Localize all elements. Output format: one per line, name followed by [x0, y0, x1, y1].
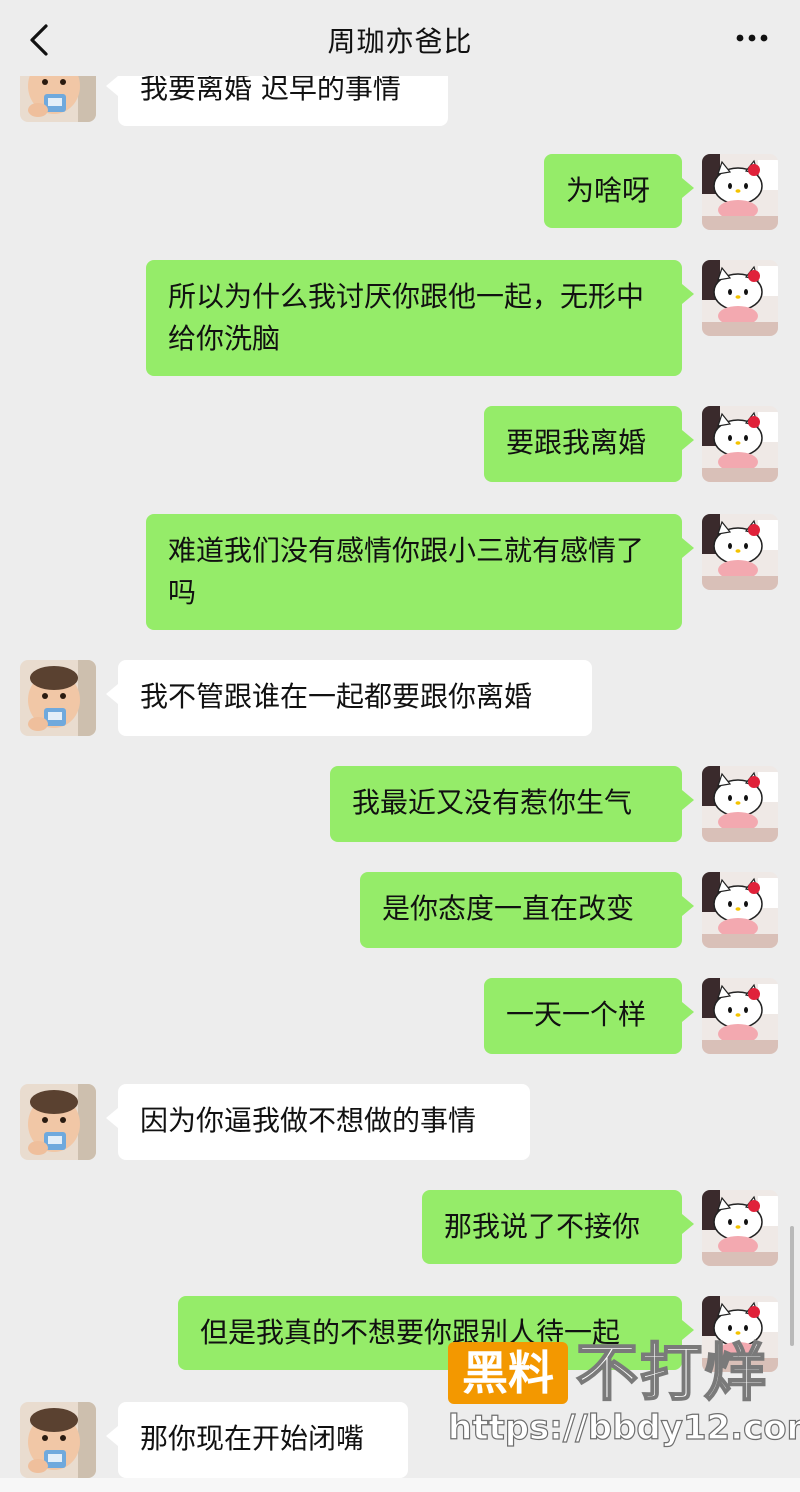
watermark: 黑料 不打烊 https://bbdy12.com: [447, 1336, 800, 1480]
outgoing-message[interactable]: 是你态度一直在改变: [360, 872, 694, 948]
outgoing-message[interactable]: 为啥呀: [544, 154, 694, 228]
chat-title: 周珈亦爸比: [327, 25, 473, 58]
watermark-url: https://bbdy12.com: [447, 1407, 800, 1448]
my-avatar[interactable]: [702, 978, 778, 1054]
outgoing-message[interactable]: 要跟我离婚: [484, 406, 694, 482]
incoming-message[interactable]: 因为你逼我做不想做的事情: [106, 1084, 530, 1160]
my-avatar[interactable]: [702, 154, 778, 230]
my-avatar[interactable]: [702, 260, 778, 336]
my-avatar[interactable]: [702, 406, 778, 482]
contact-avatar[interactable]: [20, 660, 96, 736]
watermark-name: 不打烊: [575, 1336, 769, 1409]
outgoing-message[interactable]: 一天一个样: [484, 978, 694, 1054]
incoming-message[interactable]: 那你现在开始闭嘴: [106, 1402, 408, 1478]
incoming-message[interactable]: 我不管跟谁在一起都要跟你离婚: [106, 660, 592, 736]
top-bar: 周珈亦爸比: [0, 0, 800, 76]
my-avatar[interactable]: [702, 1190, 778, 1266]
outgoing-message[interactable]: 那我说了不接你: [422, 1190, 694, 1264]
outgoing-message[interactable]: 所以为什么我讨厌你跟他一起，无形中给你洗脑: [146, 260, 694, 376]
outgoing-message[interactable]: 难道我们没有感情你跟小三就有感情了吗: [146, 514, 694, 630]
my-avatar[interactable]: [702, 872, 778, 948]
contact-avatar[interactable]: [20, 1402, 96, 1478]
scrollbar[interactable]: [790, 1226, 794, 1346]
contact-avatar[interactable]: [20, 1084, 96, 1160]
outgoing-message[interactable]: 我最近又没有惹你生气: [330, 766, 694, 842]
watermark-badge: 黑料: [448, 1342, 568, 1404]
my-avatar[interactable]: [702, 514, 778, 590]
my-avatar[interactable]: [702, 766, 778, 842]
input-bar-edge: [0, 1478, 800, 1492]
more-dots-icon[interactable]: [732, 24, 772, 52]
